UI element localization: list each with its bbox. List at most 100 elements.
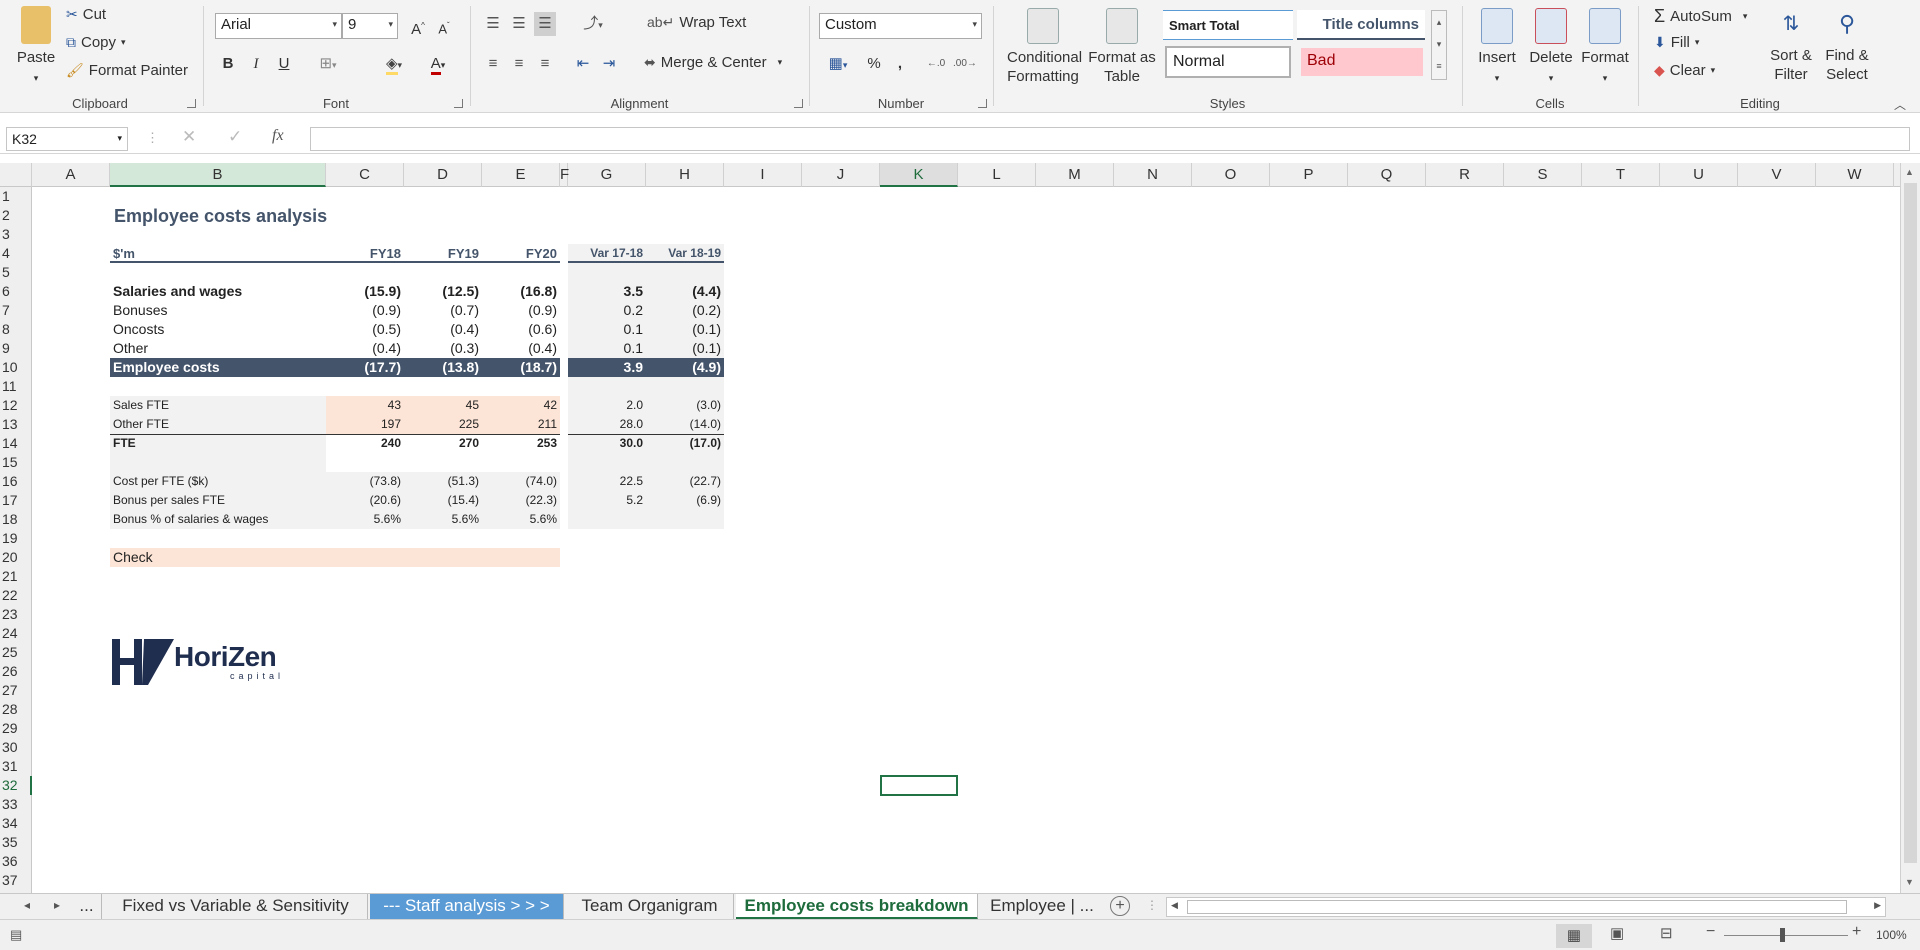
tab-more-left[interactable]: ... bbox=[72, 894, 102, 920]
format-painter-button[interactable]: 🖌 Format Painter bbox=[66, 62, 188, 79]
scroll-up-icon[interactable]: ▲ bbox=[1905, 167, 1914, 177]
scroll-left-icon[interactable]: ◀ bbox=[1171, 900, 1178, 911]
worksheet-grid[interactable]: ABCDEFGHIJKLMNOPQRSTUVW 1 2 3 4 5 6 7 8 9 10 11 12 1… bbox=[0, 163, 1900, 893]
row-header-10[interactable]: 10 bbox=[0, 358, 32, 377]
row-header-21[interactable]: 21 bbox=[0, 567, 32, 586]
tab-team-organigram[interactable]: Team Organigram bbox=[566, 894, 734, 920]
column-header-q[interactable]: Q bbox=[1348, 163, 1426, 187]
collapse-ribbon-icon[interactable]: ︿ bbox=[1894, 96, 1906, 113]
column-header-j[interactable]: J bbox=[802, 163, 880, 187]
h-scroll-thumb[interactable] bbox=[1187, 900, 1847, 914]
page-break-icon[interactable]: ⊟ bbox=[1660, 924, 1673, 942]
row-header-5[interactable]: 5 bbox=[0, 263, 32, 282]
font-color-icon[interactable]: A▾ bbox=[421, 52, 455, 76]
column-header-u[interactable]: U bbox=[1660, 163, 1738, 187]
row-header-19[interactable]: 19 bbox=[0, 529, 32, 548]
bold-button[interactable]: B bbox=[217, 52, 239, 76]
row-header-17[interactable]: 17 bbox=[0, 491, 32, 510]
zoom-slider[interactable] bbox=[1724, 935, 1848, 936]
comma-button[interactable]: , bbox=[889, 52, 911, 76]
row-header-2[interactable]: 2 bbox=[0, 206, 32, 225]
align-top-icon[interactable]: ☰ bbox=[482, 12, 504, 36]
tab-fixed-vs-variable[interactable]: Fixed vs Variable & Sensitivity bbox=[104, 894, 368, 920]
row-header-13[interactable]: 13 bbox=[0, 415, 32, 434]
column-header-r[interactable]: R bbox=[1426, 163, 1504, 187]
name-box[interactable]: K32 ▾ bbox=[6, 127, 128, 151]
vertical-scrollbar[interactable]: ▲ ▼ bbox=[1900, 163, 1920, 893]
enter-icon[interactable]: ✓ bbox=[228, 127, 242, 147]
row-header-37[interactable]: 37 bbox=[0, 871, 32, 890]
zoom-level[interactable]: 100% bbox=[1876, 928, 1907, 942]
row-header-8[interactable]: 8 bbox=[0, 320, 32, 339]
increase-font-icon[interactable]: A^ bbox=[407, 14, 429, 38]
merge-center-button[interactable]: ⬌ Merge & Center ▾ bbox=[644, 54, 782, 71]
column-header-d[interactable]: D bbox=[404, 163, 482, 187]
row-header-32[interactable]: 32 bbox=[0, 776, 32, 795]
copy-button[interactable]: ⧉ Copy ▾ bbox=[66, 34, 126, 51]
row-header-28[interactable]: 28 bbox=[0, 700, 32, 719]
wrap-text-button[interactable]: ab↵ Wrap Text bbox=[647, 14, 746, 31]
column-header-g[interactable]: G bbox=[568, 163, 646, 187]
decrease-indent-icon[interactable]: ⇤ bbox=[572, 52, 594, 76]
macro-record-icon[interactable]: ▤ bbox=[10, 927, 22, 943]
row-header-20[interactable]: 20 bbox=[0, 548, 32, 567]
scroll-down-icon[interactable]: ▼ bbox=[1905, 877, 1914, 887]
row-header-26[interactable]: 26 bbox=[0, 662, 32, 681]
insert-button[interactable]: Insert ▾ bbox=[1474, 8, 1520, 88]
underline-button[interactable]: U bbox=[273, 52, 295, 76]
align-right-icon[interactable]: ≡ bbox=[534, 52, 556, 76]
autosum-button[interactable]: Σ AutoSum ▾ bbox=[1654, 6, 1747, 27]
row-header-25[interactable]: 25 bbox=[0, 643, 32, 662]
paste-button[interactable]: Paste ▾ bbox=[12, 6, 60, 88]
horizontal-scrollbar[interactable]: ◀ ▶ bbox=[1166, 897, 1886, 917]
increase-decimal-icon[interactable]: ←.0 bbox=[925, 52, 947, 76]
row-header-33[interactable]: 33 bbox=[0, 795, 32, 814]
percent-button[interactable]: % bbox=[863, 52, 885, 76]
row-header-6[interactable]: 6 bbox=[0, 282, 32, 301]
alignment-launcher[interactable] bbox=[794, 99, 803, 108]
column-header-i[interactable]: I bbox=[724, 163, 802, 187]
add-sheet-icon[interactable]: + bbox=[1110, 896, 1130, 916]
column-header-o[interactable]: O bbox=[1192, 163, 1270, 187]
column-header-m[interactable]: M bbox=[1036, 163, 1114, 187]
row-header-11[interactable]: 11 bbox=[0, 377, 32, 396]
row-header-35[interactable]: 35 bbox=[0, 833, 32, 852]
row-header-22[interactable]: 22 bbox=[0, 586, 32, 605]
borders-icon[interactable]: ⊞▾ bbox=[311, 52, 345, 76]
format-as-table-button[interactable]: Format as Table bbox=[1087, 8, 1157, 86]
format-button[interactable]: Format ▾ bbox=[1580, 8, 1630, 88]
find-select-button[interactable]: ⚲ Find & Select bbox=[1820, 6, 1874, 84]
column-header-e[interactable]: E bbox=[482, 163, 560, 187]
row-header-34[interactable]: 34 bbox=[0, 814, 32, 833]
row-header-27[interactable]: 27 bbox=[0, 681, 32, 700]
fill-color-icon[interactable]: ◈▾ bbox=[377, 52, 411, 76]
row-header-12[interactable]: 12 bbox=[0, 396, 32, 415]
function-icon[interactable]: fx bbox=[272, 127, 284, 145]
tab-employee-costs-breakdown[interactable]: Employee costs breakdown bbox=[736, 894, 978, 920]
page-layout-icon[interactable]: ▣ bbox=[1610, 924, 1624, 942]
align-bottom-icon[interactable]: ☰ bbox=[534, 12, 556, 36]
clear-button[interactable]: ◆ Clear ▾ bbox=[1654, 62, 1715, 79]
row-header-16[interactable]: 16 bbox=[0, 472, 32, 491]
font-family-select[interactable]: Arial ▾ bbox=[215, 13, 342, 39]
increase-indent-icon[interactable]: ⇥ bbox=[598, 52, 620, 76]
row-header-1[interactable]: 1 bbox=[0, 187, 32, 206]
row-header-3[interactable]: 3 bbox=[0, 225, 32, 244]
column-header-c[interactable]: C bbox=[326, 163, 404, 187]
styles-gallery-scroll[interactable]: ▴ ▾ ≡ bbox=[1431, 10, 1447, 80]
row-header-14[interactable]: 14 bbox=[0, 434, 32, 453]
align-middle-icon[interactable]: ☰ bbox=[508, 12, 530, 36]
row-header-36[interactable]: 36 bbox=[0, 852, 32, 871]
row-header-18[interactable]: 18 bbox=[0, 510, 32, 529]
cut-button[interactable]: ✂ Cut bbox=[66, 6, 106, 23]
orientation-icon[interactable]: ⤴▾ bbox=[576, 12, 610, 36]
style-bad[interactable]: Bad bbox=[1301, 48, 1423, 76]
zoom-thumb[interactable] bbox=[1780, 928, 1785, 942]
font-launcher[interactable] bbox=[454, 99, 463, 108]
decrease-font-icon[interactable]: Aˇ bbox=[433, 14, 455, 38]
row-header-29[interactable]: 29 bbox=[0, 719, 32, 738]
column-header-v[interactable]: V bbox=[1738, 163, 1816, 187]
column-header-k[interactable]: K bbox=[880, 163, 958, 187]
italic-button[interactable]: I bbox=[245, 52, 267, 76]
scroll-right-icon[interactable]: ▶ bbox=[1874, 900, 1881, 911]
